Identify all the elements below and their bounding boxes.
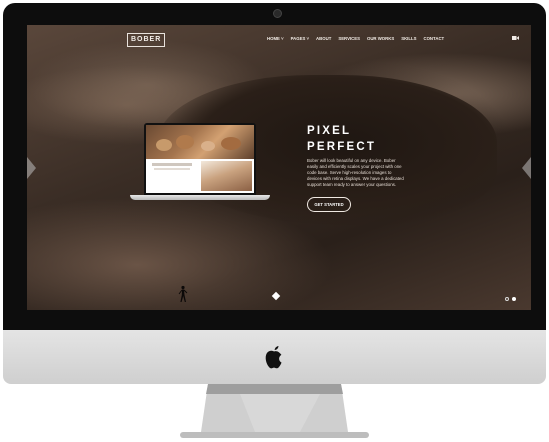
hero-title: PIXEL PERFECT	[307, 123, 427, 155]
hero-title-line1: PIXEL	[307, 125, 352, 137]
website-screen: BOBER HOME ˅ PAGES ˅ ABOUT SERVICES OUR …	[27, 25, 531, 310]
chevron-right-icon[interactable]	[522, 157, 531, 179]
walking-person-silhouette	[178, 285, 188, 302]
monitor-bezel: BOBER HOME ˅ PAGES ˅ ABOUT SERVICES OUR …	[3, 3, 546, 330]
nav-item-our-works[interactable]: OUR WORKS	[367, 36, 394, 41]
mockup-interior-image	[201, 161, 252, 191]
laptop-screen-content	[146, 125, 254, 193]
laptop-base	[130, 195, 270, 200]
video-camera-icon[interactable]	[512, 35, 519, 41]
nav-item-about[interactable]: ABOUT	[316, 36, 331, 41]
laptop-mockup	[144, 123, 256, 195]
nav-item-contact[interactable]: CONTACT	[423, 36, 444, 41]
slide-dot-2[interactable]	[512, 297, 516, 301]
mockup-heading	[152, 163, 192, 166]
nav-item-pages[interactable]: PAGES ˅	[291, 36, 309, 41]
hero-title-line2: PERFECT	[307, 141, 377, 153]
nav-item-home[interactable]: HOME ˅	[267, 36, 284, 41]
scroll-down-icon[interactable]	[271, 291, 281, 301]
chevron-left-icon[interactable]	[27, 157, 36, 179]
nav-item-services[interactable]: SERVICES	[338, 36, 360, 41]
camera-icon	[273, 9, 282, 18]
site-logo[interactable]: BOBER	[127, 33, 166, 47]
main-navigation: HOME ˅ PAGES ˅ ABOUT SERVICES OUR WORKS …	[267, 36, 444, 41]
nav-item-skills[interactable]: SKILLS	[401, 36, 416, 41]
apple-logo-icon	[265, 346, 282, 369]
monitor-stand	[180, 384, 369, 438]
mockup-food-banner	[146, 125, 254, 159]
slide-dot-1[interactable]	[505, 297, 509, 301]
get-started-button[interactable]: GET STARTED	[307, 197, 351, 212]
hero-description: Bober will look beautiful on any device.…	[307, 158, 404, 187]
imac-monitor: BOBER HOME ˅ PAGES ˅ ABOUT SERVICES OUR …	[0, 0, 549, 442]
mockup-text	[154, 168, 190, 170]
